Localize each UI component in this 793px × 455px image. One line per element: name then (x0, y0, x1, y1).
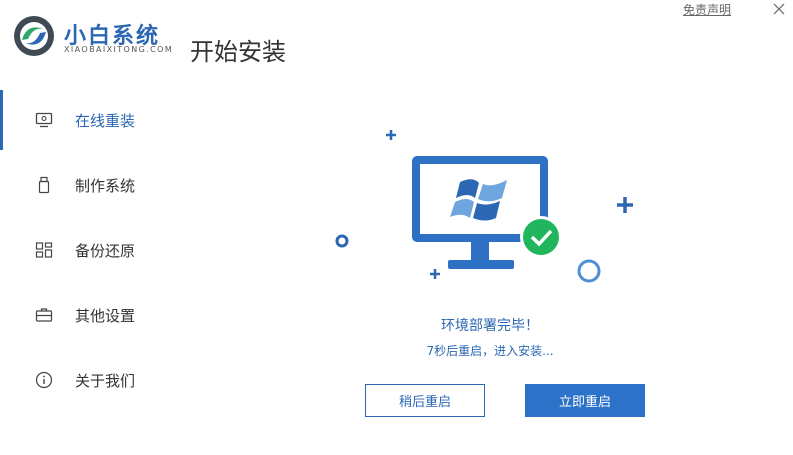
page-title: 开始安装 (190, 38, 286, 66)
plus-icon (430, 269, 440, 279)
countdown-message: 7秒后重启，进入安装... (426, 344, 554, 358)
close-icon[interactable] (770, 0, 788, 18)
monitor-icon (35, 112, 53, 128)
restart-later-button[interactable]: 稍后重启 (365, 384, 485, 417)
sidebar-item-other-settings[interactable]: 其他设置 (0, 285, 200, 345)
usb-icon (38, 176, 50, 194)
sidebar-item-label: 其他设置 (75, 307, 136, 325)
ring-icon (577, 259, 601, 283)
ring-icon (335, 234, 349, 248)
sidebar-item-label: 关于我们 (75, 372, 136, 390)
sidebar-item-online-reinstall[interactable]: 在线重装 (0, 90, 200, 150)
install-illustration (335, 130, 633, 283)
header: 小白系统 XIAOBAIXITONG.COM 开始安装 免责声明 (0, 0, 793, 80)
sidebar-item-label: 制作系统 (75, 177, 136, 195)
restart-now-button[interactable]: 立即重启 (525, 384, 645, 417)
sidebar-item-label: 备份还原 (75, 242, 136, 260)
sidebar-item-make-system[interactable]: 制作系统 (0, 155, 200, 215)
plus-icon (386, 130, 396, 140)
briefcase-icon (35, 308, 53, 322)
check-icon (520, 216, 562, 258)
status-message: 环境部署完毕！ (441, 318, 539, 334)
backup-icon (35, 242, 53, 258)
brand-domain: XIAOBAIXITONG.COM (64, 45, 174, 54)
sidebar-item-about-us[interactable]: 关于我们 (0, 350, 200, 410)
logo-icon (14, 16, 54, 56)
disclaimer-link[interactable]: 免责声明 (683, 1, 731, 18)
sidebar-item-backup-restore[interactable]: 备份还原 (0, 220, 200, 280)
sidebar-item-label: 在线重装 (75, 112, 136, 130)
info-icon (35, 371, 53, 389)
plus-icon (617, 197, 633, 213)
